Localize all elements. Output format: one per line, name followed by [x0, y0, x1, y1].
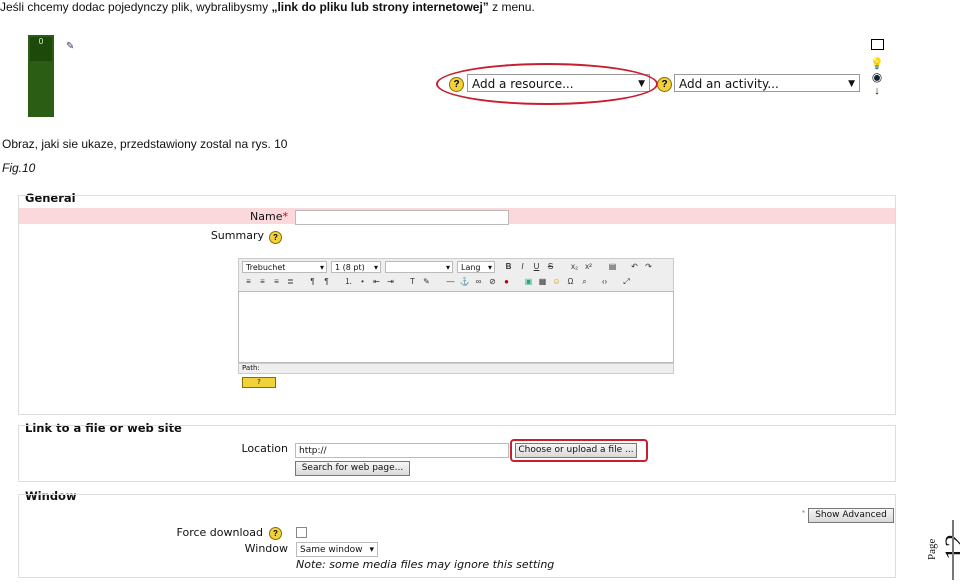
- square-icon[interactable]: [870, 39, 884, 50]
- clean-icon[interactable]: ▤: [607, 261, 618, 272]
- page-word: Page: [926, 538, 938, 560]
- link-icon[interactable]: ∞: [473, 276, 484, 287]
- lang-value: Lang: [461, 263, 481, 272]
- arrow-down-icon[interactable]: ↓: [868, 84, 886, 98]
- ltr-icon[interactable]: ¶: [307, 276, 318, 287]
- search-web-page-label: Search for web page...: [301, 463, 404, 473]
- chevron-down-icon: ▼: [848, 79, 855, 89]
- force-download-label: Force download: [176, 526, 263, 539]
- path-label: Path:: [242, 364, 260, 372]
- highlight-rectangle: [510, 439, 648, 462]
- outdent-icon[interactable]: ⇤: [371, 276, 382, 287]
- image-icon[interactable]: ▣: [523, 276, 534, 287]
- font-size-select[interactable]: 1 (8 pt) ▾: [331, 261, 381, 273]
- nolink-icon[interactable]: ●: [501, 276, 512, 287]
- indent-icon[interactable]: ⇥: [385, 276, 396, 287]
- help-icon[interactable]: ?: [657, 77, 672, 92]
- eye-icon[interactable]: ◉: [868, 70, 886, 84]
- page-number: 12: [940, 534, 960, 560]
- instruction-line: Jeśli chcemy dodac pojedynczy plik, wybr…: [0, 0, 535, 14]
- footer-rule: [952, 520, 954, 580]
- highlight-ellipse: [436, 63, 658, 105]
- page-footer: Page 12: [922, 522, 960, 560]
- show-advanced-button[interactable]: Show Advanced: [808, 508, 894, 523]
- window-select-value: Same window: [300, 545, 363, 555]
- window-label: Window: [244, 542, 288, 555]
- window-select[interactable]: Same window ▾: [296, 542, 378, 557]
- advanced-marker: *: [802, 509, 806, 518]
- font-family-value: Trebuchet: [246, 263, 286, 272]
- italic-icon[interactable]: I: [517, 261, 528, 272]
- hr-icon[interactable]: —: [445, 276, 456, 287]
- add-activity-select[interactable]: Add an activity... ▼: [674, 74, 860, 92]
- unordered-list-icon[interactable]: •: [357, 276, 368, 287]
- special-char-icon[interactable]: Ω: [565, 276, 576, 287]
- caption-line: Obraz, jaki sie ukaze, przedstawiony zos…: [2, 137, 288, 151]
- chevron-down-icon: ▾: [373, 263, 378, 272]
- lang-select[interactable]: Lang ▾: [457, 261, 495, 273]
- smiley-icon[interactable]: ☺: [551, 276, 562, 287]
- name-input[interactable]: [295, 210, 509, 225]
- align-right-icon[interactable]: ≡: [271, 276, 282, 287]
- location-label: Location: [241, 442, 288, 455]
- anchor-icon[interactable]: ⚓: [459, 276, 470, 287]
- location-value: http://: [299, 446, 327, 456]
- instruction-bold: „link do pliku lub strony internetowej”: [271, 0, 489, 14]
- name-label: Name*: [200, 210, 288, 223]
- section-number: 0: [30, 37, 52, 61]
- bold-icon[interactable]: B: [503, 261, 514, 272]
- justify-icon[interactable]: ≣: [285, 276, 296, 287]
- html-source-icon[interactable]: ‹›: [599, 276, 610, 287]
- bg-color-icon[interactable]: ✎: [421, 276, 432, 287]
- editor-textarea[interactable]: [238, 291, 674, 363]
- instruction-text: Jeśli chcemy dodac pojedynczy plik, wybr…: [0, 0, 272, 14]
- pencil-icon[interactable]: ✎: [66, 41, 74, 52]
- lightbulb-icon[interactable]: 💡: [868, 58, 886, 70]
- summary-label: Summary: [210, 229, 264, 242]
- subscript-icon[interactable]: x₂: [569, 261, 580, 272]
- font-size-value: 1 (8 pt): [335, 263, 365, 272]
- editor-help-label: ?: [257, 378, 261, 386]
- editor-path-bar: Path:: [238, 363, 674, 374]
- align-center-icon[interactable]: ≡: [257, 276, 268, 287]
- location-input[interactable]: http://: [295, 443, 509, 458]
- strike-icon[interactable]: S: [545, 261, 556, 272]
- chevron-down-icon: ▾: [319, 263, 324, 272]
- editor-help-button[interactable]: ?: [242, 377, 276, 388]
- text-color-icon[interactable]: T: [407, 276, 418, 287]
- search-replace-icon[interactable]: ⌕: [579, 276, 590, 287]
- redo-icon[interactable]: ↷: [643, 261, 654, 272]
- unlink-icon[interactable]: ⊘: [487, 276, 498, 287]
- side-icon-column: 💡 ◉ ↓: [868, 39, 886, 98]
- rtl-icon[interactable]: ¶: [321, 276, 332, 287]
- instruction-tail: z menu.: [488, 0, 535, 14]
- media-note: Note: some media files may ignore this s…: [296, 558, 555, 571]
- ordered-list-icon[interactable]: ⒈: [343, 276, 354, 287]
- chevron-down-icon: ▾: [369, 545, 374, 555]
- chevron-down-icon: ▾: [445, 263, 450, 272]
- help-icon[interactable]: ?: [269, 527, 282, 540]
- align-left-icon[interactable]: ≡: [243, 276, 254, 287]
- underline-icon[interactable]: U: [531, 261, 542, 272]
- required-mark: *: [282, 210, 289, 223]
- superscript-icon[interactable]: x²: [583, 261, 594, 272]
- table-icon[interactable]: ▦: [537, 276, 548, 287]
- name-label-text: Name: [250, 210, 283, 223]
- format-select[interactable]: ▾: [385, 261, 453, 273]
- search-web-page-button[interactable]: Search for web page...: [295, 461, 410, 476]
- add-activity-label: Add an activity...: [679, 77, 779, 91]
- figure-label: Fig.10: [2, 161, 36, 175]
- font-family-select[interactable]: Trebuchet ▾: [242, 261, 327, 273]
- fullscreen-icon[interactable]: ⤢: [621, 276, 632, 287]
- chevron-down-icon: ▾: [487, 263, 492, 272]
- force-download-checkbox[interactable]: [296, 527, 307, 538]
- show-advanced-label: Show Advanced: [815, 510, 887, 520]
- editor-toolbar: Trebuchet ▾ 1 (8 pt) ▾ ▾ Lang ▾ B I U S x₂ …: [238, 258, 674, 292]
- undo-icon[interactable]: ↶: [629, 261, 640, 272]
- help-icon[interactable]: ?: [269, 231, 282, 244]
